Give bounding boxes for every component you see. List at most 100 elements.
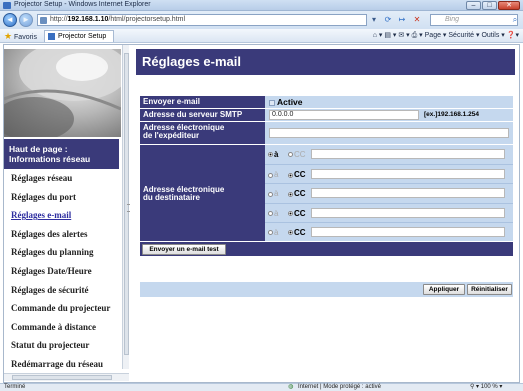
radio-dot[interactable] [288,210,293,216]
active-label: Active [277,97,303,107]
radio-dot[interactable] [288,230,293,236]
scrollbar-thumb[interactable] [124,53,130,355]
forward-button[interactable]: ► [19,13,33,27]
radio-dot[interactable] [268,191,273,197]
sidebar-scrollbar[interactable] [122,45,130,369]
stop-icon[interactable]: ✕ [410,14,424,26]
radio-dot[interactable] [268,210,273,216]
sidebar-item-projector-control[interactable]: Commande du projecteur [11,303,110,322]
sidebar-item-alerts[interactable]: Réglages des alertes [11,229,110,248]
radio-dot[interactable] [288,191,293,197]
browser-tab[interactable]: Projector Setup [44,30,114,42]
recipient-cc-radio[interactable]: CC [288,228,306,237]
send-email-label: Envoyer e-mail [140,96,265,108]
command-bar[interactable]: ⌂ ▾ ▤ ▾ ✉ ▾ ⎙ ▾ Page ▾ Sécurité ▾ Outils… [373,31,519,41]
globe-icon: ◍ [288,384,294,390]
url-prefix: http:// [50,16,68,23]
sidebar-item-network[interactable]: Réglages réseau [11,173,110,192]
reset-button[interactable]: Réinitialiser [467,284,512,295]
tab-page-icon [48,33,55,40]
send-test-email-button[interactable]: Envoyer un e-mail test [142,244,226,255]
to-label: à [274,150,279,159]
smtp-input[interactable]: 0.0.0.0 [269,110,419,120]
sidebar-item-security[interactable]: Réglages de sécurité [11,285,110,304]
recipient-label: Adresse électronique du destinataire [140,145,265,241]
ie-icon [3,2,11,9]
sidebar-item-email[interactable]: Réglages e-mail [11,210,110,229]
radio-dot[interactable] [268,172,273,178]
sidebar-hscrollbar[interactable] [4,373,129,381]
sender-label-line2: de l'expéditeur [143,131,200,140]
radio-dot[interactable] [268,152,273,158]
page-icon [40,17,47,24]
sidebar: Haut de page : Informations réseau Régla… [4,45,121,382]
sidebar-item-datetime[interactable]: Réglages Date/Heure [11,266,110,285]
recipient-row: à CC [265,183,513,202]
address-bar: ◄ ► http://192.168.1.10/html/projectorse… [0,11,523,29]
recipient-to-radio[interactable]: à [268,150,278,159]
recipient-to-radio[interactable]: à [268,189,278,198]
radio-dot[interactable] [268,230,273,236]
radio-dot[interactable] [288,152,293,158]
recipient-row: à CC [265,202,513,222]
cc-label: CC [294,208,306,218]
recipient-email-input[interactable] [311,169,505,180]
recipient-email-input[interactable] [311,226,505,237]
recipient-cc-radio[interactable]: CC [288,170,306,179]
window-titlebar: Projector Setup - Windows Internet Explo… [0,0,523,11]
brand-logo [4,49,121,137]
favorites-bar: ★ Favoris Projector Setup ⌂ ▾ ▤ ▾ ✉ ▾ ⎙ … [0,29,523,43]
sidebar-item-remote-control[interactable]: Commande à distance [11,322,110,341]
recipient-to-radio[interactable]: à [268,209,278,218]
cc-label: CC [294,170,306,180]
tab-label: Projector Setup [58,33,107,40]
recipient-to-radio[interactable]: à [268,228,278,237]
recipient-email-input[interactable] [311,188,505,199]
back-button[interactable]: ◄ [3,13,17,27]
sender-email-input[interactable] [269,128,509,138]
recipient-cc-radio[interactable]: CC [288,209,306,218]
cc-label: CC [294,189,306,199]
search-input[interactable]: Bing [430,14,518,26]
zoom-value: 100 % [480,384,498,390]
test-email-bar: Envoyer un e-mail test [140,242,513,256]
favorites-button[interactable]: ★ Favoris [4,31,37,43]
maximize-button[interactable]: □ [482,1,497,10]
to-label: à [274,227,279,237]
recipient-email-input[interactable] [311,207,505,218]
sidebar-item-projector-status[interactable]: Statut du projecteur [11,340,110,359]
refresh-icon[interactable]: ⟳ [382,14,394,26]
go-icon[interactable]: ↦ [396,14,408,26]
compat-view-icon[interactable]: ▾ [368,14,380,26]
favorites-label: Favoris [14,34,37,41]
sidebar-item-port[interactable]: Réglages du port [11,192,110,211]
active-checkbox[interactable] [269,99,275,106]
main-content: Réglages e-mail Envoyer e-mail Active Ad… [132,45,521,382]
hscrollbar-thumb[interactable] [12,375,112,380]
status-bar: Terminé ◍ Internet | Mode protégé : acti… [0,383,523,391]
sender-label: Adresse électronique de l'expéditeur [140,122,265,144]
recipient-cc-radio[interactable]: CC [288,150,306,159]
recipient-email-input[interactable] [311,149,505,159]
status-text: Terminé [4,384,26,390]
close-button[interactable]: ✕ [498,1,520,10]
zoom-level[interactable]: ⚲ ▾ 100 % ▾ [470,384,502,391]
url-input[interactable]: http://192.168.1.10/html/projectorsetup.… [37,14,367,26]
recipient-row: à CC [265,145,513,164]
minimize-button[interactable]: – [466,1,481,10]
send-email-row: Envoyer e-mail Active [140,96,513,108]
sidebar-item-schedule[interactable]: Réglages du planning [11,247,110,266]
apply-button[interactable]: Appliquer [423,284,465,295]
radio-dot[interactable] [288,172,293,178]
search-icon[interactable]: ⌕ [510,14,520,26]
url-host: 192.168.1.10 [67,16,109,23]
recipient-cc-radio[interactable]: CC [288,189,306,198]
recipient-to-radio[interactable]: à [268,170,278,179]
home-link[interactable]: Haut de page : Informations réseau [4,139,119,169]
page-viewport: Haut de page : Informations réseau Régla… [3,44,520,383]
cc-label: CC [294,150,306,159]
smtp-label: Adresse du serveur SMTP [140,109,265,121]
home-link-line2: Informations réseau [9,154,91,164]
active-checkbox-wrap[interactable]: Active [269,97,303,107]
zone-text: Internet | Mode protégé : activé [298,384,381,390]
